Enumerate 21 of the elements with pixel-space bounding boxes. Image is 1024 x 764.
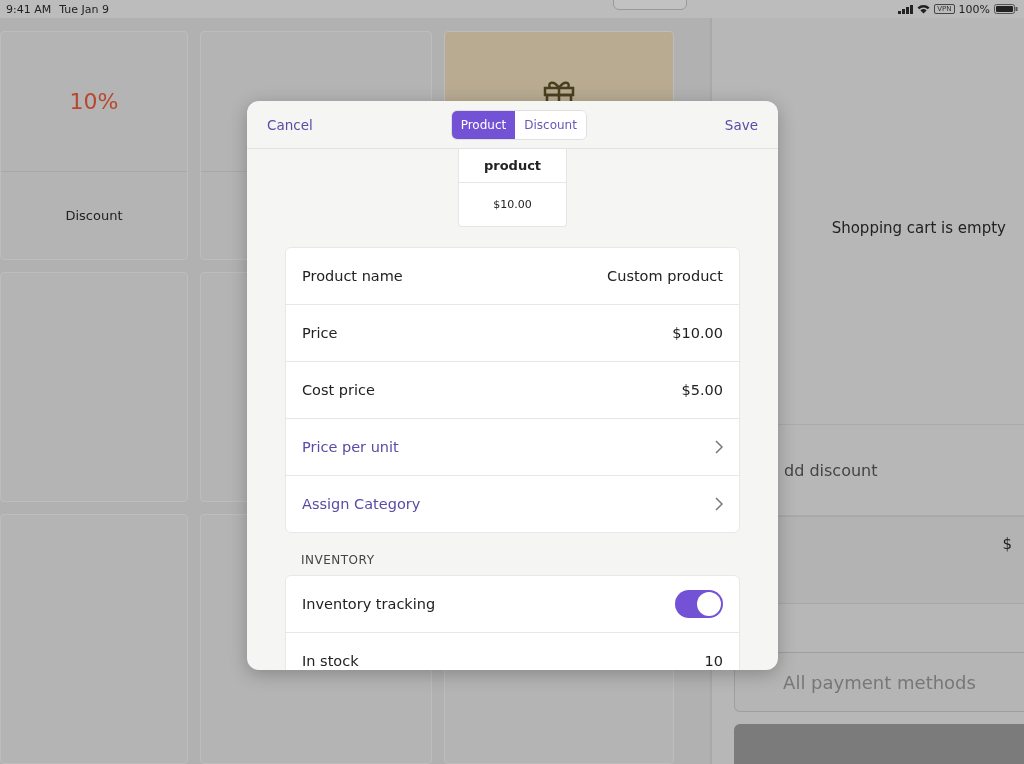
section-header: INVENTORY	[301, 553, 376, 567]
tile-caption: Discount	[65, 208, 123, 223]
field-label: Product name	[302, 268, 403, 284]
preview-price: $10.00	[492, 197, 533, 213]
field-label: Cost price	[302, 382, 375, 398]
currency-symbol: $	[1002, 535, 1012, 555]
status-time: 9:41 AM	[6, 2, 52, 16]
battery-percent: 100%	[958, 2, 990, 16]
field-label: Inventory tracking	[302, 596, 436, 612]
row-label: Price per unit	[302, 439, 399, 455]
preview-name: product	[459, 149, 566, 183]
field-value: $10.00	[672, 325, 723, 341]
field-value: 10	[704, 653, 723, 669]
field-label: Price	[302, 325, 338, 341]
field-value: $5.00	[681, 382, 723, 398]
empty-cart-message: Shopping cart is empty	[831, 219, 1006, 237]
percent-label: 10%	[69, 89, 119, 114]
field-value: Custom product	[607, 268, 723, 284]
field-label: In stock	[302, 653, 359, 669]
status-date: Tue Jan 9	[59, 2, 109, 16]
row-label: Assign Category	[302, 496, 421, 512]
